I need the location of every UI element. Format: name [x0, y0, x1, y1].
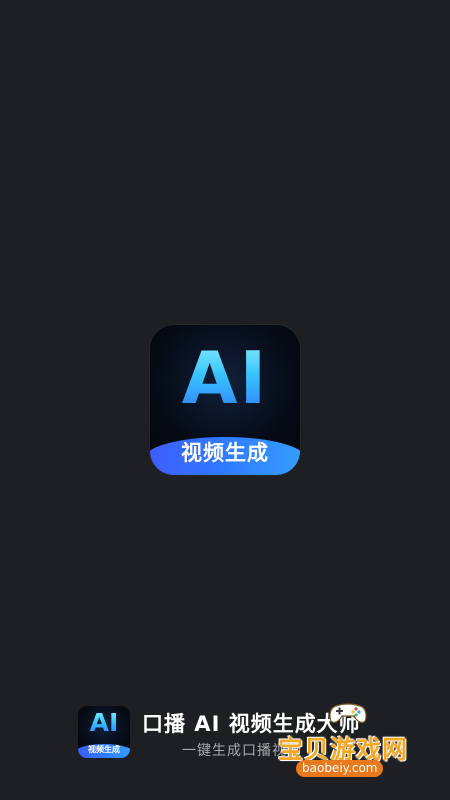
- app-logo-icon: AI 视频生成: [150, 325, 300, 475]
- logo-ai-text: AI: [150, 333, 300, 423]
- brand-logo-ribbon-label: 视频生成: [88, 745, 120, 754]
- watermark: 宝贝游戏网 baobeiy.com: [276, 700, 446, 780]
- game-controller-icon: [329, 703, 367, 723]
- splash-screen: AI 视频生成 AI 视频生成 口播 AI 视频生成大师 一键生成口播视频 宝贝…: [0, 0, 450, 800]
- brand-logo-icon: AI 视频生成: [78, 706, 130, 758]
- logo-ribbon-label: 视频生成: [181, 441, 269, 465]
- brand-logo-ai-text: AI: [78, 707, 130, 739]
- watermark-url: baobeiy.com: [296, 760, 384, 777]
